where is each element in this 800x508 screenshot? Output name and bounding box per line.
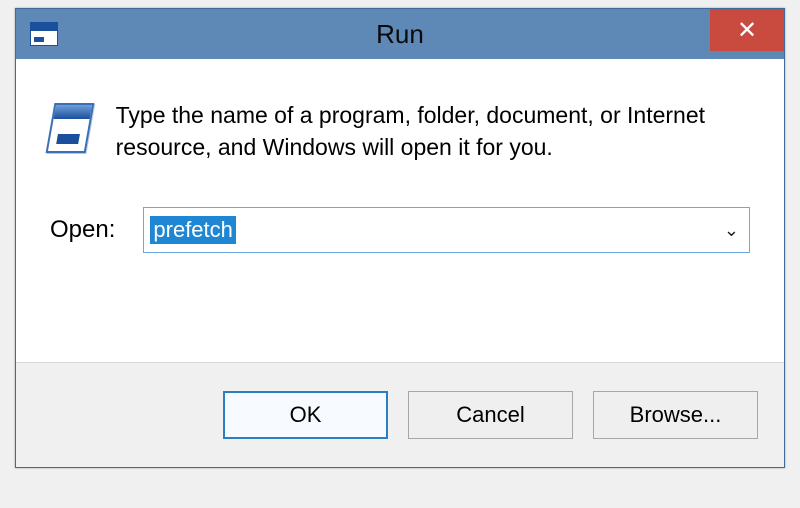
run-program-icon <box>46 103 94 153</box>
description-row: Type the name of a program, folder, docu… <box>50 99 750 163</box>
browse-button[interactable]: Browse... <box>593 391 758 439</box>
ok-button[interactable]: OK <box>223 391 388 439</box>
open-combobox[interactable]: prefetch ⌄ <box>143 207 750 253</box>
button-row: OK Cancel Browse... <box>16 363 784 467</box>
run-dialog: Run ✕ Type the name of a program, folder… <box>15 8 785 468</box>
open-label: Open: <box>50 216 115 244</box>
close-icon: ✕ <box>737 16 757 45</box>
description-text: Type the name of a program, folder, docu… <box>116 99 750 163</box>
cancel-button[interactable]: Cancel <box>408 391 573 439</box>
window-title: Run <box>16 19 784 50</box>
open-row: Open: prefetch ⌄ <box>50 207 750 253</box>
titlebar: Run ✕ <box>16 9 784 59</box>
content-area: Type the name of a program, folder, docu… <box>16 59 784 363</box>
chevron-down-icon[interactable]: ⌄ <box>724 220 739 241</box>
close-button[interactable]: ✕ <box>710 9 784 51</box>
open-input-value[interactable]: prefetch <box>150 216 236 244</box>
